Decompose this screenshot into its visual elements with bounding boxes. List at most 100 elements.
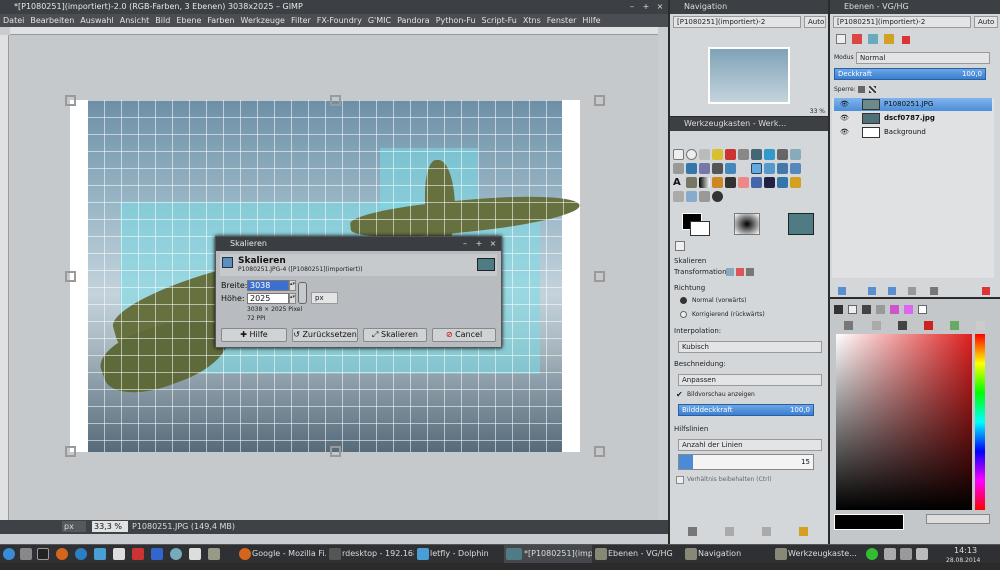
layers-tab-icon[interactable] xyxy=(836,34,846,44)
menu-bild[interactable]: Bild xyxy=(152,14,173,27)
tray-clipboard-icon[interactable] xyxy=(900,548,912,560)
zoom-select[interactable]: 33,3 % xyxy=(92,521,128,532)
network-icon[interactable] xyxy=(170,548,182,560)
rotate-icon[interactable] xyxy=(725,163,736,174)
app-blue-icon[interactable] xyxy=(151,548,163,560)
mode-dropdown[interactable]: Normal xyxy=(856,52,990,64)
rect-select-icon[interactable] xyxy=(673,149,684,160)
color-mode-history-icon[interactable] xyxy=(918,305,927,314)
transform-path-icon[interactable] xyxy=(746,268,754,276)
menu-fx-foundry[interactable]: FX-Foundry xyxy=(314,14,365,27)
menu-auswahl[interactable]: Auswahl xyxy=(77,14,116,27)
tray-volume-icon[interactable] xyxy=(916,548,928,560)
start-menu-icon[interactable] xyxy=(3,548,15,560)
menu-farben[interactable]: Farben xyxy=(204,14,237,27)
menu-fenster[interactable]: Fenster xyxy=(544,14,580,27)
transform-handle-tl[interactable] xyxy=(65,95,76,106)
color-mode-gimp-icon[interactable] xyxy=(834,305,843,314)
menu-filter[interactable]: Filter xyxy=(288,14,314,27)
color-select-icon[interactable] xyxy=(725,149,736,160)
height-spinner[interactable]: ▴▾ xyxy=(289,293,296,304)
close-tab-icon[interactable] xyxy=(902,36,910,44)
width-input[interactable]: 3038 xyxy=(247,280,289,291)
ink-icon[interactable] xyxy=(764,177,775,188)
app-y2-icon[interactable] xyxy=(189,548,201,560)
perspective-icon[interactable] xyxy=(777,163,788,174)
minimize-icon[interactable]: – xyxy=(626,0,638,14)
duplicate-layer-icon[interactable] xyxy=(908,287,916,295)
unit-dropdown[interactable]: px xyxy=(311,292,338,304)
maximize-icon[interactable]: + xyxy=(640,0,652,14)
lines-slider[interactable]: 15 xyxy=(678,454,814,470)
app-y-icon[interactable] xyxy=(113,548,125,560)
color-tab-icon[interactable] xyxy=(924,321,933,330)
terminal-icon[interactable] xyxy=(37,548,49,560)
hue-slider[interactable] xyxy=(975,334,985,510)
menu-ebene[interactable]: Ebene xyxy=(173,14,204,27)
toolbox-titlebar[interactable]: Werkzeugkasten - Werk... xyxy=(670,117,828,131)
menu-python-fu[interactable]: Python-Fu xyxy=(433,14,479,27)
interpolation-dropdown[interactable]: Kubisch xyxy=(678,341,822,353)
blend-icon[interactable] xyxy=(699,177,710,188)
tray-check-icon[interactable] xyxy=(866,548,878,560)
brushes-tab-icon[interactable] xyxy=(872,321,881,330)
dodge-burn-icon[interactable] xyxy=(712,191,723,202)
task-toolbox[interactable]: Werkzeugkaste... xyxy=(774,545,858,563)
lock-alpha-icon[interactable] xyxy=(869,86,876,93)
image-opacity-slider[interactable]: Bildddeckkraft 100,0 xyxy=(678,404,814,416)
smudge-icon[interactable] xyxy=(699,191,710,202)
navigation-titlebar[interactable]: Navigation xyxy=(670,0,828,14)
transform-handle-mr[interactable] xyxy=(594,271,605,282)
direction-corrective-radio[interactable] xyxy=(680,311,687,318)
task-layers[interactable]: Ebenen - VG/HG xyxy=(594,545,682,563)
channels-tab-icon[interactable] xyxy=(852,34,862,44)
move-icon[interactable] xyxy=(686,163,697,174)
menu-pandora[interactable]: Pandora xyxy=(394,14,433,27)
scissors-icon[interactable] xyxy=(738,149,749,160)
brush-indicator-icon[interactable] xyxy=(734,213,760,235)
menu-werkzeuge[interactable]: Werkzeuge xyxy=(238,14,288,27)
layer-row[interactable]: 👁 dscf0787.jpg xyxy=(834,112,992,125)
text-tool-icon[interactable]: A xyxy=(673,177,684,188)
new-layer-icon[interactable] xyxy=(838,287,846,295)
perspective-clone-icon[interactable] xyxy=(673,191,684,202)
menu-ansicht[interactable]: Ansicht xyxy=(117,14,153,27)
save-options-icon[interactable] xyxy=(688,527,697,536)
paths-icon[interactable] xyxy=(764,149,775,160)
navigation-preview[interactable] xyxy=(708,47,790,104)
layer-opacity-slider[interactable]: Deckkraft 100,0 xyxy=(834,68,986,80)
bucket-fill-icon[interactable] xyxy=(686,177,697,188)
clone-icon[interactable] xyxy=(777,177,788,188)
anchor-layer-icon[interactable] xyxy=(930,287,938,295)
menu-xtns[interactable]: Xtns xyxy=(520,14,544,27)
transform-handle-tr[interactable] xyxy=(594,95,605,106)
transform-layer-icon[interactable] xyxy=(726,268,734,276)
transform-selection-icon[interactable] xyxy=(736,268,744,276)
undo-tab-icon[interactable] xyxy=(884,34,894,44)
brush-tool-tab-icon[interactable] xyxy=(898,321,907,330)
color-mode-wheel-icon[interactable] xyxy=(876,305,885,314)
color-gradient-area[interactable] xyxy=(836,334,972,510)
firefox-icon[interactable] xyxy=(56,548,68,560)
tool-options-tab-icon[interactable] xyxy=(675,241,685,251)
eye-icon[interactable]: 👁 xyxy=(840,98,849,111)
transform-handle-bl[interactable] xyxy=(65,446,76,457)
browser-icon[interactable] xyxy=(75,548,87,560)
gimp-titlebar[interactable]: *[P1080251](importiert)-2.0 (RGB-Farben,… xyxy=(0,0,668,14)
color-picker-small-icon[interactable] xyxy=(926,514,990,524)
zoom-icon[interactable] xyxy=(790,149,801,160)
transform-handle-br[interactable] xyxy=(594,446,605,457)
height-input[interactable]: 2025 xyxy=(247,293,289,304)
dialog-titlebar[interactable]: Skalieren – + × xyxy=(216,237,501,251)
transform-handle-bc[interactable] xyxy=(330,446,341,457)
eye-icon[interactable]: 👁 xyxy=(840,112,849,125)
color-mode-scales-icon[interactable] xyxy=(890,305,899,314)
ellipse-select-icon[interactable] xyxy=(686,149,697,160)
task-firefox[interactable]: Google - Mozilla Fi... xyxy=(238,545,326,563)
active-image-indicator[interactable] xyxy=(788,213,814,235)
menu-datei[interactable]: Datei xyxy=(0,14,27,27)
navigation-image-dropdown[interactable]: [P1080251](importiert)-2 xyxy=(673,16,801,28)
menu-hilfe[interactable]: Hilfe xyxy=(579,14,603,27)
free-select-icon[interactable] xyxy=(699,149,710,160)
flip-icon[interactable] xyxy=(790,163,801,174)
